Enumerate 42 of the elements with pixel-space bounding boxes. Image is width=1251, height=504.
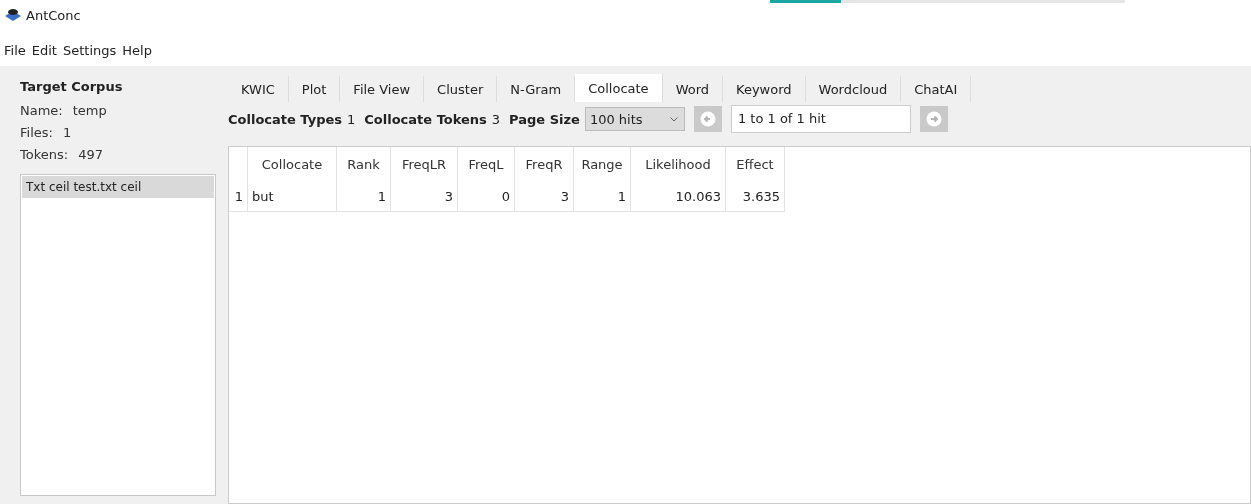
table-cell: 3 bbox=[390, 181, 458, 212]
table-cell: 3 bbox=[514, 181, 574, 212]
table-cell: but bbox=[247, 181, 337, 212]
field-value: 497 bbox=[78, 146, 103, 164]
table-cell: 3.635 bbox=[725, 181, 785, 212]
file-list-item[interactable]: Txt ceil test.txt ceil bbox=[22, 176, 214, 198]
table-cell: 0 bbox=[457, 181, 515, 212]
column-header[interactable]: FreqLR bbox=[390, 147, 458, 181]
previous-button[interactable] bbox=[693, 106, 722, 132]
menu-item[interactable]: Help bbox=[122, 42, 152, 58]
table-cell: 1 bbox=[336, 181, 391, 212]
ant-logo-icon bbox=[4, 7, 22, 23]
page-size-label: Page Size bbox=[509, 111, 580, 127]
column-header[interactable]: Range bbox=[573, 147, 631, 181]
column-header[interactable]: Rank bbox=[336, 147, 391, 181]
caret-icon bbox=[669, 116, 678, 122]
page-size-dropdown[interactable]: 100 hits bbox=[584, 107, 685, 131]
menu-item[interactable]: File bbox=[4, 42, 26, 58]
column-header[interactable]: Effect bbox=[725, 147, 785, 181]
field-label: Files: bbox=[20, 124, 53, 142]
stat-value: 3 bbox=[491, 111, 501, 127]
next-button[interactable] bbox=[919, 106, 948, 132]
row-number: 1 bbox=[229, 181, 248, 212]
table-cell: 1 bbox=[573, 181, 631, 212]
hits-field[interactable]: 1 to 1 of 1 hit bbox=[730, 105, 911, 133]
field-value: 1 bbox=[62, 124, 72, 142]
field-value: temp bbox=[72, 102, 107, 120]
window-title: AntConc bbox=[26, 7, 81, 23]
stat-label: Collocate Types bbox=[228, 111, 342, 127]
stat-label: Collocate Tokens bbox=[364, 111, 487, 127]
column-header[interactable]: Collocate bbox=[247, 147, 337, 181]
table-cell: 10.063 bbox=[630, 181, 726, 212]
stat-value: 1 bbox=[347, 111, 356, 127]
column-header[interactable]: FreqL bbox=[457, 147, 515, 181]
field-label: Tokens: bbox=[20, 146, 69, 164]
tab[interactable]: Collocate bbox=[575, 74, 663, 102]
menu-item[interactable]: Edit bbox=[31, 42, 57, 58]
menu-item[interactable]: Settings bbox=[62, 42, 117, 58]
field-label: Name: bbox=[20, 102, 63, 120]
column-header[interactable]: FreqR bbox=[514, 147, 574, 181]
sidebar-title: Target Corpus bbox=[20, 78, 124, 96]
column-header[interactable]: Likelihood bbox=[630, 147, 726, 181]
